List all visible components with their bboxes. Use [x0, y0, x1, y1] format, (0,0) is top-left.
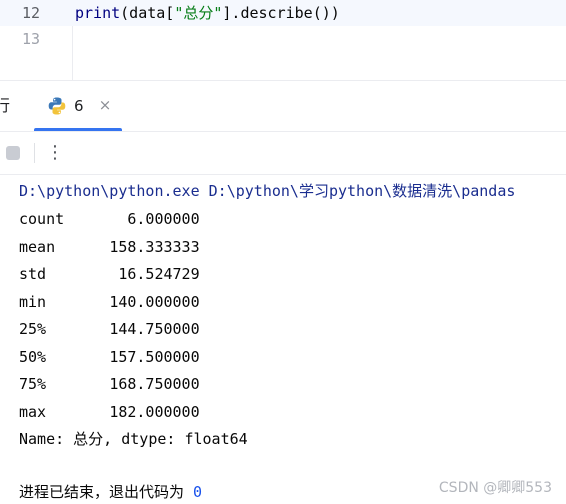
csdn-watermark: CSDN @卿卿553: [438, 480, 552, 496]
run-tab-label: 6: [74, 97, 84, 115]
stat-value: 6.000000: [127, 210, 200, 228]
stat-padding: [46, 403, 109, 421]
run-tab[interactable]: 6 ×: [34, 81, 122, 131]
stat-padding: [64, 210, 127, 228]
stat-label: max: [19, 402, 47, 421]
code-function: print: [75, 4, 121, 22]
stat-padding: [46, 265, 118, 283]
stat-row: 50% 157.500000: [19, 346, 200, 368]
stat-value: 140.000000: [109, 292, 200, 311]
stat-padding: [46, 375, 109, 393]
code-text[interactable]: print(data["总分"].describe()): [75, 0, 340, 26]
stat-value: 157.500000: [109, 347, 200, 366]
stat-row: std 16.524729: [19, 263, 200, 285]
line-number: 12: [21, 4, 40, 22]
stat-label: mean: [19, 237, 56, 256]
console-output[interactable]: D:\python\python.exe D:\python\学习python\…: [0, 175, 566, 504]
stat-padding: [46, 320, 109, 338]
stat-row: 25% 144.750000: [19, 318, 200, 340]
code-segment: (data[: [120, 4, 175, 22]
tool-window-title: 行: [0, 96, 11, 115]
code-string: "总分": [174, 4, 223, 22]
stat-padding: [46, 293, 109, 311]
stat-row: count 6.000000: [19, 208, 200, 230]
stat-row: 75% 168.750000: [19, 373, 200, 395]
close-icon[interactable]: ×: [96, 95, 114, 115]
stop-icon[interactable]: [6, 146, 20, 160]
stat-padding: [55, 238, 109, 256]
active-tab-indicator: [34, 128, 122, 131]
run-command-line[interactable]: D:\python\python.exe D:\python\学习python\…: [19, 180, 515, 202]
code-editor[interactable]: 12 print(data["总分"].describe()) 13: [0, 0, 566, 81]
stat-row: mean 158.333333: [19, 236, 200, 258]
exit-message: 进程已结束，退出代码为: [19, 483, 194, 501]
code-line[interactable]: 13: [0, 26, 566, 52]
stat-label: 50%: [19, 347, 47, 366]
console-toolbar: ⋮: [0, 132, 566, 175]
line-number: 13: [21, 30, 40, 48]
toolbar-divider: [34, 143, 35, 163]
stat-value: 16.524729: [118, 265, 200, 283]
stat-label: std: [19, 265, 47, 283]
stat-row: min 140.000000: [19, 291, 200, 313]
stat-padding: [46, 348, 109, 366]
stat-value: 182.000000: [109, 402, 200, 421]
process-exit-line: 进程已结束，退出代码为 0: [19, 481, 202, 503]
stat-label: 25%: [19, 320, 47, 338]
stat-row: max 182.000000: [19, 401, 200, 423]
stat-value: 168.750000: [109, 375, 200, 393]
code-segment: ].describe()): [222, 4, 340, 22]
series-name-line: Name: 总分, dtype: float64: [19, 430, 248, 448]
more-vertical-icon[interactable]: ⋮: [46, 142, 64, 164]
stat-value: 144.750000: [109, 320, 200, 338]
stat-label: count: [19, 210, 65, 228]
run-tool-window-tabs: 行 6 ×: [0, 81, 566, 132]
code-line[interactable]: 12 print(data["总分"].describe()): [0, 0, 566, 26]
stat-label: 75%: [19, 375, 47, 393]
python-icon: [48, 97, 66, 115]
stat-value: 158.333333: [109, 237, 200, 256]
exit-code: 0: [193, 483, 203, 501]
stat-label: min: [19, 292, 47, 311]
